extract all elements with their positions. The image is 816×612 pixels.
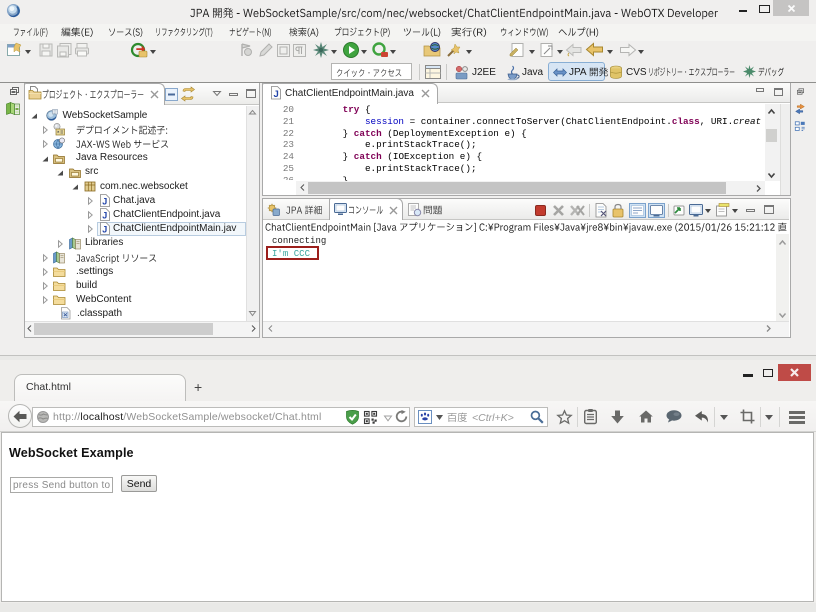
svg-text:J: J — [274, 89, 279, 100]
svg-text:J: J — [102, 211, 107, 221]
svg-text:J: J — [102, 225, 107, 235]
svg-text:J: J — [102, 197, 107, 207]
